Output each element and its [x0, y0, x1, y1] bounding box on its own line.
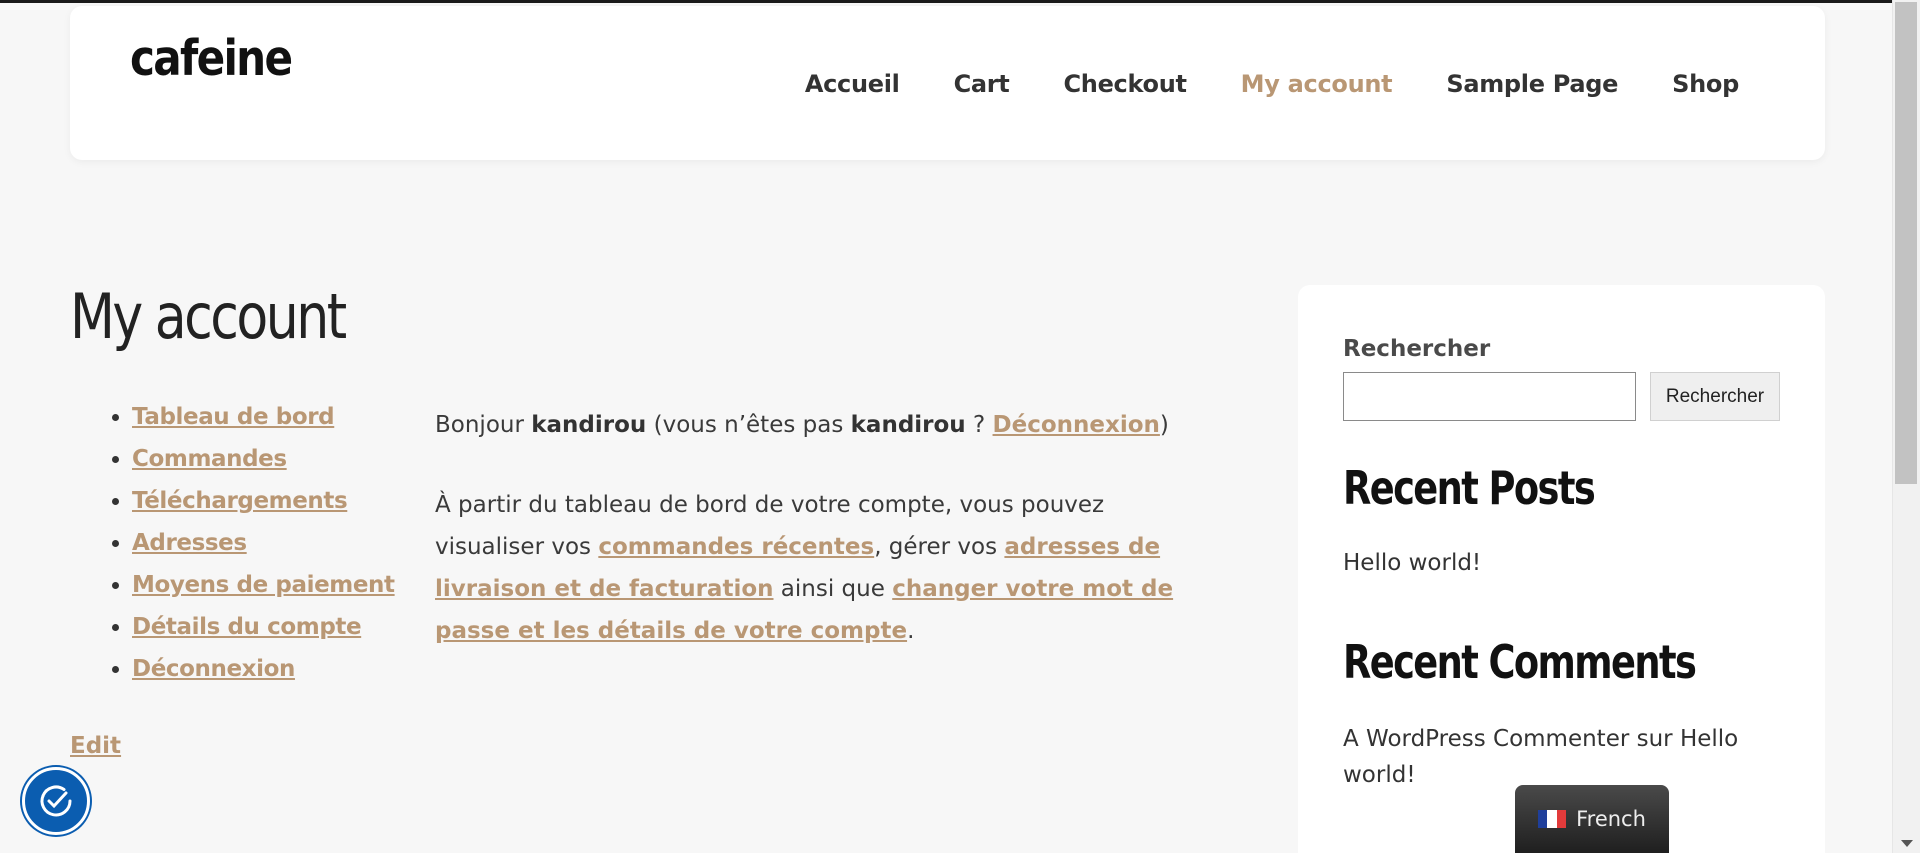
account-content: Bonjour kandirou (vous n’êtes pas kandir… [435, 404, 1175, 690]
account-nav-item: Adresses [132, 530, 395, 572]
nav-item-accueil[interactable]: Accueil [805, 70, 900, 98]
nav-item-cart[interactable]: Cart [954, 70, 1010, 98]
language-label: French [1576, 807, 1646, 831]
recent-orders-link[interactable]: commandes récentes [598, 534, 874, 560]
scrollbar-thumb[interactable] [1895, 2, 1917, 484]
page-title: My account [70, 280, 347, 353]
account-nav-item: Tableau de bord [132, 404, 395, 446]
comment-on-text: sur [1629, 726, 1680, 752]
account-nav-item: Moyens de paiement [132, 572, 395, 614]
greeting-paragraph: Bonjour kandirou (vous n’êtes pas kandir… [435, 404, 1175, 446]
top-border [0, 0, 1892, 3]
nav-item-my-account[interactable]: My account [1241, 70, 1393, 98]
account-nav-item: Détails du compte [132, 614, 395, 656]
account-nav-dashboard-link[interactable]: Tableau de bord [132, 404, 335, 430]
account-nav-downloads-link[interactable]: Téléchargements [132, 488, 348, 514]
comment-author-link[interactable]: A WordPress Commenter [1343, 726, 1629, 752]
intro-text-4: . [907, 618, 915, 644]
greeting-middle: (vous n’êtes pas [646, 412, 851, 438]
language-switcher[interactable]: French [1515, 785, 1669, 853]
sidebar: Rechercher Rechercher Recent Posts Hello… [1298, 285, 1825, 853]
account-nav-item: Déconnexion [132, 656, 395, 698]
site-header: cafeine Accueil Cart Checkout My account… [70, 6, 1825, 160]
search-button[interactable]: Rechercher [1650, 372, 1780, 421]
edit-link[interactable]: Edit [70, 733, 121, 759]
nav-item-sample-page[interactable]: Sample Page [1446, 70, 1618, 98]
accessibility-check-icon [40, 785, 72, 817]
username-repeat: kandirou [850, 412, 966, 438]
nav-item-shop[interactable]: Shop [1672, 70, 1739, 98]
site-title[interactable]: cafeine [130, 30, 293, 87]
scroll-down-arrow-icon[interactable] [1901, 840, 1913, 847]
accessibility-button[interactable] [22, 767, 90, 835]
account-nav-logout-link[interactable]: Déconnexion [132, 656, 295, 682]
search-input[interactable] [1343, 372, 1636, 421]
username: kandirou [531, 412, 647, 438]
account-nav-addresses-link[interactable]: Adresses [132, 530, 247, 556]
account-navigation: Tableau de bord Commandes Téléchargement… [102, 404, 395, 698]
recent-comments-title: Recent Comments [1343, 635, 1697, 689]
account-nav-payment-methods-link[interactable]: Moyens de paiement [132, 572, 395, 598]
search-label: Rechercher [1343, 336, 1491, 362]
account-nav-orders-link[interactable]: Commandes [132, 446, 287, 472]
greeting-prefix: Bonjour [435, 412, 532, 438]
account-nav-item: Commandes [132, 446, 395, 488]
recent-comment: A WordPress Commenter sur Hello world! [1343, 721, 1763, 793]
main-nav: Accueil Cart Checkout My account Sample … [805, 70, 1739, 98]
account-nav-item: Téléchargements [132, 488, 395, 530]
greeting-suffix: ) [1159, 412, 1169, 438]
france-flag-icon [1538, 810, 1567, 828]
greeting-question: ? [965, 412, 993, 438]
greeting-logout-link[interactable]: Déconnexion [993, 412, 1160, 438]
intro-text-3: ainsi que [773, 576, 893, 602]
nav-item-checkout[interactable]: Checkout [1063, 70, 1186, 98]
intro-text-2: , gérer vos [874, 534, 1005, 560]
account-nav-account-details-link[interactable]: Détails du compte [132, 614, 362, 640]
recent-post-link[interactable]: Hello world! [1343, 550, 1481, 576]
page-scrollbar[interactable] [1892, 0, 1920, 853]
recent-posts-title: Recent Posts [1343, 461, 1596, 515]
intro-paragraph: À partir du tableau de bord de votre com… [435, 484, 1175, 652]
